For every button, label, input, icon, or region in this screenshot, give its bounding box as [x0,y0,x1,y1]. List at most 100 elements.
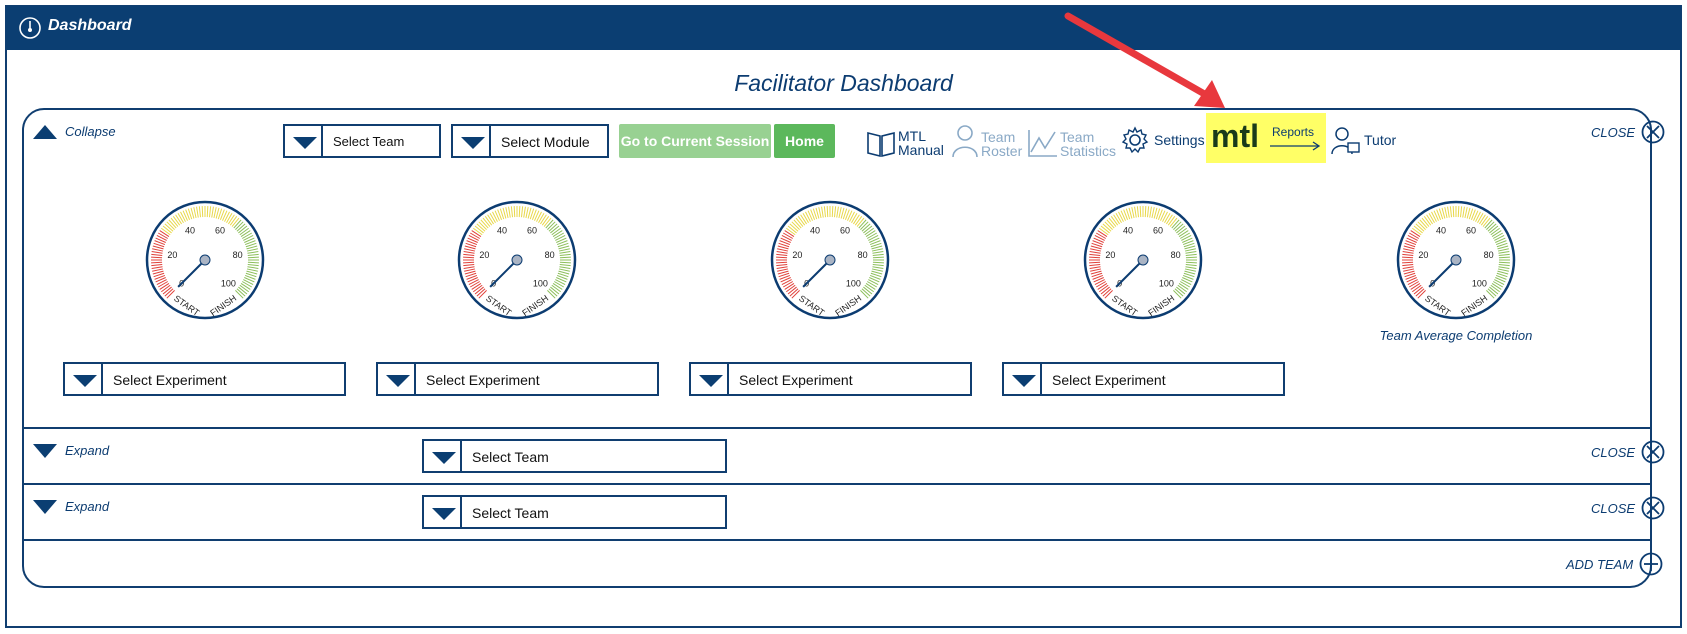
gauge-tick-label: 80 [1171,250,1181,260]
close-label: CLOSE [1591,500,1636,516]
expand-label: Expand [65,499,110,514]
team-statistics-link[interactable]: Team Statistics [1027,124,1117,160]
gauge-tick [513,206,516,218]
gauge-tick-label: 100 [1159,278,1174,288]
close-icon [1641,440,1665,464]
collapse-toggle[interactable]: Collapse [33,124,116,139]
gauge-tick [1498,256,1510,259]
gauge: 020406080100STARTFINISH [1396,200,1516,320]
gauge-tick [151,261,163,264]
team-statistics-label-line2: Statistics [1060,143,1117,159]
mtl-manual-link[interactable]: MTL Manual [866,127,946,159]
gauge-tick-label: 20 [1418,250,1428,260]
chevron-down-icon [424,497,462,527]
gauge-tick [831,206,834,218]
gauge-tick-label: 40 [1123,226,1133,236]
close-label: CLOSE [1591,124,1636,140]
team-roster-link[interactable]: Team Roster [950,124,1022,160]
select-experiment-dropdown[interactable]: Select Experiment [376,362,659,396]
select-team-label: Select Team [472,449,549,465]
gauge-tick-label: 20 [167,250,177,260]
close-label: CLOSE [1591,444,1636,460]
select-experiment-dropdown[interactable]: Select Experiment [63,362,346,396]
chevron-down-icon [65,364,103,394]
tutor-icon [1331,127,1360,155]
gauge: 020406080100STARTFINISH [145,200,265,320]
chevron-down-icon [453,126,491,156]
chevron-down-icon [1004,364,1042,394]
go-to-current-session-button[interactable]: Go to Current Session [619,124,771,158]
select-experiment-label: Select Experiment [113,372,227,388]
page-title: Facilitator Dashboard [734,70,953,96]
gauge-tick-label: 60 [1466,226,1476,236]
select-experiment-label: Select Experiment [426,372,540,388]
expand-toggle[interactable]: Expand [33,443,109,458]
gauge-tick-label: 100 [1472,278,1487,288]
close-team-button[interactable]: CLOSE [1591,496,1665,520]
gauge-tick [247,256,259,259]
gauge-tick [1452,206,1455,218]
mtl-manual-label-line1: MTL [898,128,926,144]
expand-toggle[interactable]: Expand [33,499,109,514]
select-experiment-dropdown[interactable]: Select Experiment [1002,362,1285,396]
expand-arrow-icon [33,499,57,514]
gauge-hub [824,254,836,266]
select-experiment-dropdown[interactable]: Select Experiment [689,362,972,396]
close-icon [1641,496,1665,520]
gauge-tick [1498,261,1510,264]
collapse-label: Collapse [65,124,116,139]
gauge-tick [151,256,163,259]
gauge-tick-label: 80 [233,250,243,260]
gauge-tick [1402,261,1414,264]
add-team-button[interactable]: ADD TEAM [1566,552,1663,576]
gauge-tick [872,256,884,259]
gauge-tick [872,261,884,264]
settings-link[interactable]: Settings [1121,124,1206,156]
select-module-label: Select Module [501,134,590,150]
gauge-tick-label: 20 [479,250,489,260]
chevron-down-icon [378,364,416,394]
gauge-tick-label: 20 [792,250,802,260]
select-module-dropdown[interactable]: Select Module [451,124,609,158]
select-team-dropdown[interactable]: Select Team [283,124,441,158]
gauge-tick-label: 60 [840,226,850,236]
divider [23,483,1651,485]
gauge-tick-label: 100 [221,278,236,288]
person-icon [952,125,978,158]
gauge-tick [559,261,571,264]
mtl-logo: mtl [1211,118,1259,154]
expand-arrow-icon [33,443,57,458]
gauge-tick [1402,256,1414,259]
gauge-tick [776,261,788,264]
gauge-tick [1457,206,1460,218]
gauge: 020406080100STARTFINISH [457,200,577,320]
gauge-tick-label: 80 [545,250,555,260]
chevron-down-icon [424,441,462,471]
annotation-arrow-icon [1064,12,1225,108]
reports-link[interactable]: mtl Reports [1206,113,1326,163]
window-title: Dashboard [48,17,132,34]
add-team-label: ADD TEAM [1566,556,1634,572]
select-team-dropdown[interactable]: Select Team [422,495,727,529]
divider [23,427,1651,429]
gauge-tick-label: 60 [215,226,225,236]
select-team-label: Select Team [472,505,549,521]
gauge-tick [518,206,521,218]
book-icon [867,131,895,157]
add-icon [1639,552,1663,576]
close-team-button[interactable]: CLOSE [1591,120,1665,144]
tutor-link[interactable]: Tutor [1331,124,1401,158]
gauge-tick [206,206,209,218]
close-icon [1641,120,1665,144]
gauge: 020406080100STARTFINISH [1083,200,1203,320]
reports-label: Reports [1272,125,1315,139]
select-team-dropdown[interactable]: Select Team [422,439,727,473]
close-team-button[interactable]: CLOSE [1591,440,1665,464]
gauge-tick-label: 80 [1484,250,1494,260]
gauge-tick [463,256,475,259]
gauge-tick-label: 40 [185,226,195,236]
gauge-tick-label: 100 [533,278,548,288]
divider [23,539,1651,541]
home-button[interactable]: Home [774,124,835,158]
settings-label: Settings [1154,132,1205,148]
